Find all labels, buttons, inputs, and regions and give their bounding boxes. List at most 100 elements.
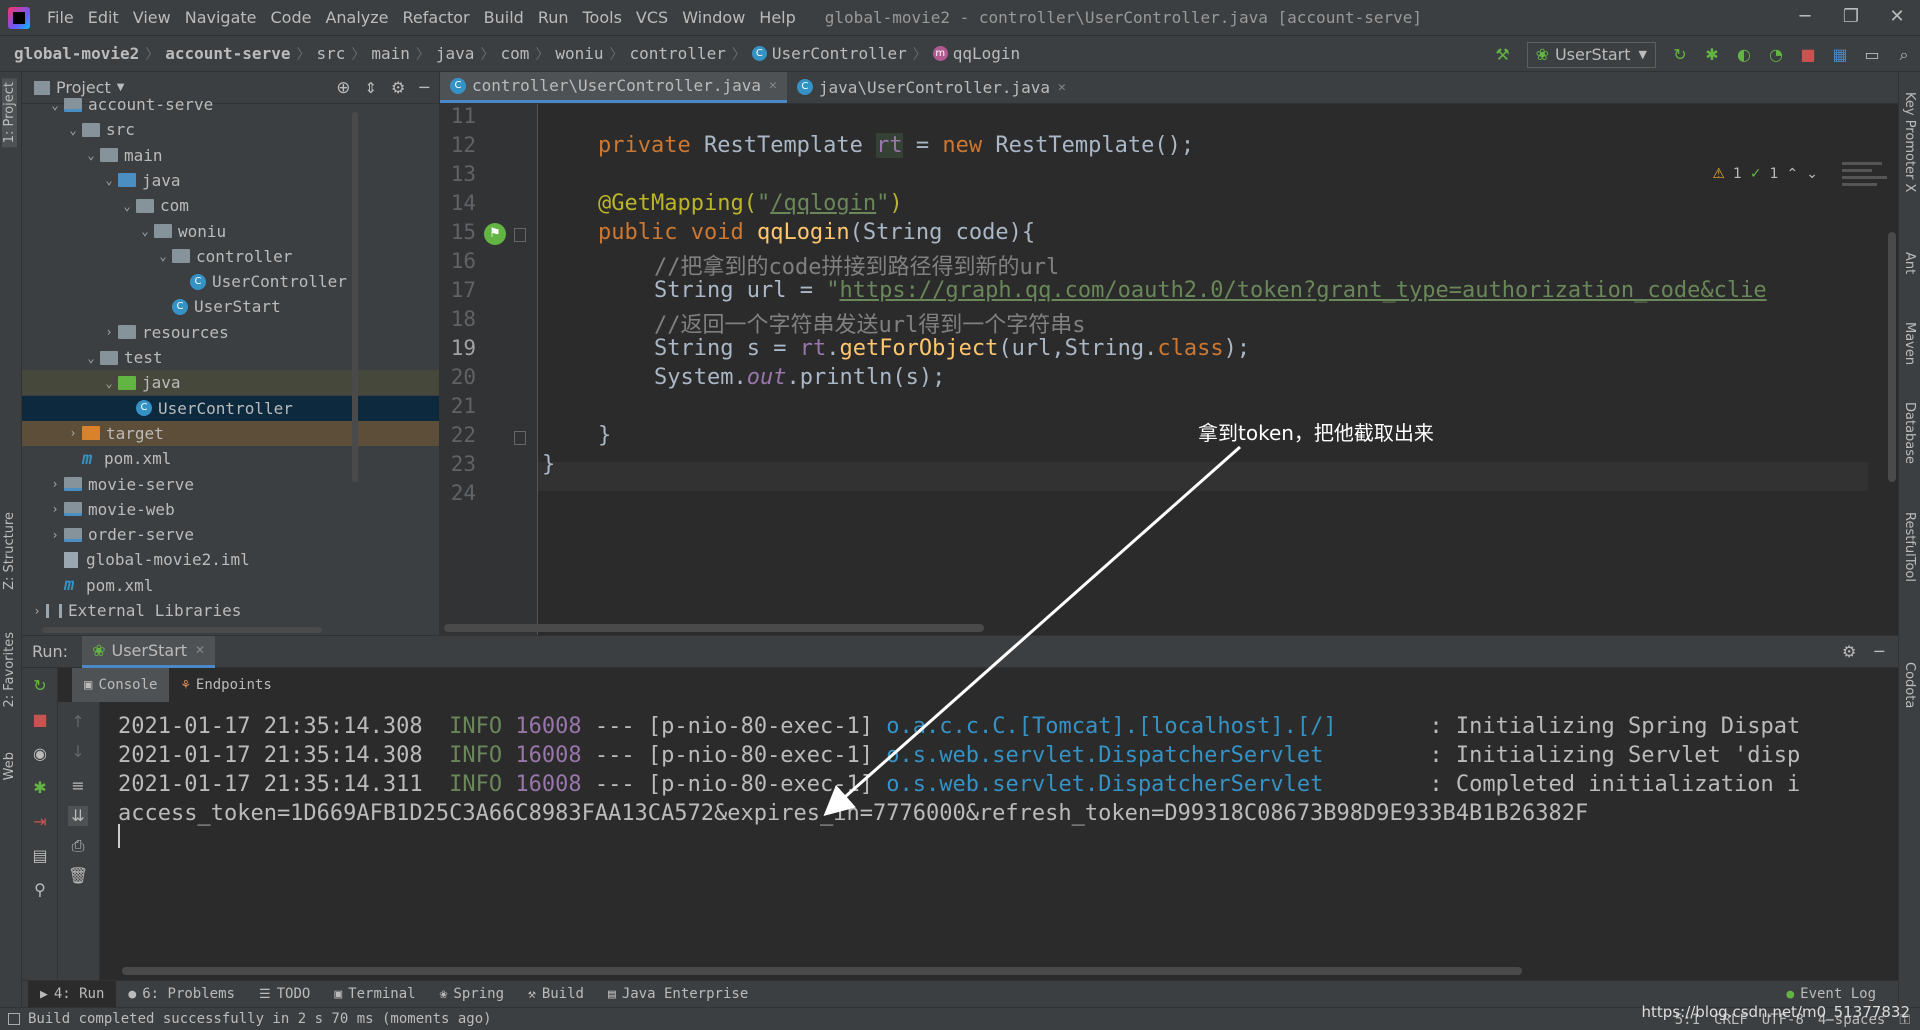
menu-file[interactable]: File xyxy=(40,0,81,35)
chevron-right-icon[interactable]: › xyxy=(46,477,64,491)
minimize-icon[interactable]: ─ xyxy=(1782,0,1828,35)
breadcrumb-java[interactable]: java xyxy=(436,44,475,63)
close-tab-icon[interactable]: ✕ xyxy=(1058,80,1066,95)
print-icon[interactable]: ⎙ xyxy=(68,836,88,856)
run-config-select[interactable]: ❀ UserStart ▼ xyxy=(1526,41,1656,68)
restore-icon[interactable]: ❐ xyxy=(1828,0,1874,35)
menu-view[interactable]: View xyxy=(126,0,178,35)
chevron-down-icon[interactable]: ⌄ xyxy=(46,98,64,112)
spring-endpoint-gutter-icon[interactable]: ⚑ xyxy=(484,223,506,245)
chevron-down-icon[interactable]: ⌄ xyxy=(136,224,154,238)
tree-item[interactable]: m pom.xml xyxy=(22,573,439,598)
camera-icon[interactable]: ◉ xyxy=(30,744,50,764)
trash-icon[interactable]: 🗑 xyxy=(68,866,88,886)
bottom-tab-build[interactable]: ⚒ Build xyxy=(516,981,596,1008)
close-tab-icon[interactable]: ✕ xyxy=(195,643,205,657)
menu-tools[interactable]: Tools xyxy=(576,0,629,35)
menu-run[interactable]: Run xyxy=(531,0,576,35)
stop-icon[interactable]: ■ xyxy=(1794,41,1822,69)
fold-marker-icon[interactable] xyxy=(514,431,526,445)
console-output[interactable]: 2021-01-17 21:35:14.308 INFO 16008 --- [… xyxy=(118,708,1898,938)
tree-item[interactable]: ⌄ account-serve xyxy=(22,92,439,117)
chevron-down-icon[interactable]: ⌄ xyxy=(118,199,136,213)
tree-item[interactable]: › resources xyxy=(22,320,439,345)
debug-icon[interactable]: ✱ xyxy=(30,778,50,798)
project-tool-tab[interactable]: 1: Project xyxy=(2,78,17,148)
arrow-up-icon[interactable]: ↑ xyxy=(68,712,88,732)
menu-code[interactable]: Code xyxy=(264,0,319,35)
fold-marker-icon[interactable] xyxy=(514,228,526,242)
menu-build[interactable]: Build xyxy=(477,0,531,35)
tree-item[interactable]: ⌄ com xyxy=(22,193,439,218)
bottom-tab-terminal[interactable]: ▣ Terminal xyxy=(322,981,427,1008)
menu-window[interactable]: Window xyxy=(675,0,752,35)
tree-item[interactable]: global-movie2.iml xyxy=(22,547,439,572)
gear-icon[interactable]: ⚙ xyxy=(1842,642,1856,661)
chevron-right-icon[interactable]: › xyxy=(100,325,118,339)
soft-wrap-icon[interactable]: ≡ xyxy=(68,776,88,796)
key-promoter-tab[interactable]: Key Promoter X xyxy=(1902,92,1917,192)
run-tab-userstart[interactable]: ❀ UserStart ✕ xyxy=(82,635,216,668)
tree-item[interactable]: › movie-serve xyxy=(22,472,439,497)
tree-item[interactable]: › movie-web xyxy=(22,497,439,522)
tree-item[interactable]: ⌄ main xyxy=(22,143,439,168)
horizontal-scrollbar[interactable] xyxy=(444,624,984,632)
close-window-icon[interactable]: ✕ xyxy=(1874,0,1920,35)
tree-item[interactable]: › order-serve xyxy=(22,522,439,547)
chevron-down-icon[interactable]: ⌄ xyxy=(82,351,100,365)
coverage-icon[interactable]: ◐ xyxy=(1730,41,1758,69)
tree-item[interactable]: › External Libraries xyxy=(22,598,439,623)
project-horizontal-scrollbar[interactable] xyxy=(42,627,322,633)
layout-icon[interactable]: ▭ xyxy=(1858,41,1886,69)
close-tab-icon[interactable]: ✕ xyxy=(769,78,777,93)
bottom-tab-java-enterprise[interactable]: ▤ Java Enterprise xyxy=(596,981,760,1008)
menu-edit[interactable]: Edit xyxy=(81,0,126,35)
bottom-tab-4-run[interactable]: ▶ 4: Run xyxy=(28,980,117,1008)
web-tool-tab[interactable]: Web xyxy=(2,752,17,780)
exit-icon[interactable]: ⇥ xyxy=(30,812,50,832)
chevron-down-icon[interactable]: ⌄ xyxy=(100,173,118,187)
tree-item[interactable]: C UserController xyxy=(22,395,439,421)
tree-item[interactable]: ⌄ java xyxy=(22,370,439,396)
breadcrumb-src[interactable]: src xyxy=(316,44,345,63)
tool-windows-toggle-icon[interactable] xyxy=(8,1013,20,1025)
pin-icon[interactable]: ⚲ xyxy=(30,880,50,900)
breadcrumb-project[interactable]: global-movie2 xyxy=(14,44,139,63)
tree-item[interactable]: ⌄ test xyxy=(22,345,439,370)
tree-item[interactable]: ⌄ controller xyxy=(22,244,439,269)
build-hammer-icon[interactable]: ⚒ xyxy=(1489,41,1517,69)
breadcrumb-module[interactable]: account-serve xyxy=(165,44,290,63)
arrow-down-icon[interactable]: ↓ xyxy=(68,742,88,762)
editor-tab-controller-usercontroller[interactable]: C controller\UserController.java ✕ xyxy=(440,72,787,103)
scroll-to-end-icon[interactable]: ⇊ xyxy=(68,806,88,826)
breadcrumb-woniu[interactable]: woniu xyxy=(555,44,603,63)
menu-refactor[interactable]: Refactor xyxy=(396,0,477,35)
bottom-tab-todo[interactable]: ☰ TODO xyxy=(247,981,322,1008)
menu-analyze[interactable]: Analyze xyxy=(318,0,395,35)
debug-icon[interactable]: ✱ xyxy=(1698,41,1726,69)
menu-help[interactable]: Help xyxy=(752,0,802,35)
ant-tab[interactable]: Ant xyxy=(1902,252,1917,274)
rerun-icon[interactable]: ↻ xyxy=(1666,41,1694,69)
project-structure-icon[interactable]: ▦ xyxy=(1826,41,1854,69)
database-tab[interactable]: Database xyxy=(1902,402,1917,464)
bottom-tab-spring[interactable]: ❀ Spring xyxy=(428,981,516,1008)
console-tab[interactable]: ▣ Console xyxy=(72,668,170,702)
chevron-down-icon[interactable]: ⌄ xyxy=(64,123,82,137)
bottom-tab-6-problems[interactable]: ● 6: Problems xyxy=(116,981,247,1008)
tree-item[interactable]: ⌄ src xyxy=(22,117,439,142)
chevron-up-icon[interactable]: ⌃ xyxy=(1787,166,1799,182)
endpoints-tab[interactable]: ⚘ Endpoints xyxy=(169,668,283,702)
codota-tab[interactable]: Codota xyxy=(1902,662,1917,708)
tree-item[interactable]: C UserStart xyxy=(22,294,439,319)
stop-icon[interactable]: ■ xyxy=(30,710,50,730)
maven-tab[interactable]: Maven xyxy=(1902,322,1917,365)
structure-tool-tab[interactable]: Z: Structure xyxy=(2,512,17,590)
chevron-right-icon[interactable]: › xyxy=(46,502,64,516)
tree-item[interactable]: m pom.xml xyxy=(22,446,439,471)
menu-navigate[interactable]: Navigate xyxy=(178,0,264,35)
editor-tab-test-usercontroller[interactable]: C java\UserController.java ✕ xyxy=(787,72,1076,103)
breadcrumb-main[interactable]: main xyxy=(371,44,410,63)
minimap[interactable] xyxy=(1838,158,1898,218)
chevron-down-icon[interactable]: ⌄ xyxy=(100,376,118,390)
